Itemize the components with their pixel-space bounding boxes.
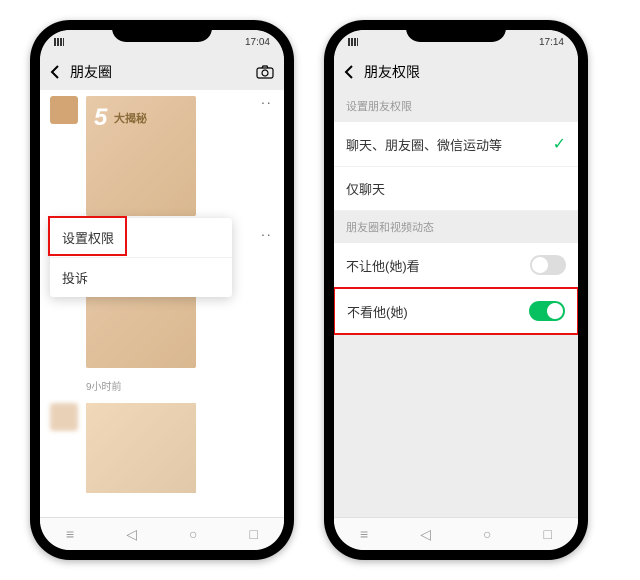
clock: 17:04 bbox=[245, 37, 270, 48]
recent-key[interactable]: □ bbox=[249, 526, 257, 542]
post-1: 5 大揭秘 ·· bbox=[40, 90, 284, 222]
row-block-them[interactable]: 不让他(她)看 bbox=[334, 243, 578, 288]
check-icon: ✓ bbox=[553, 134, 566, 154]
clock: 17:14 bbox=[539, 37, 564, 48]
avatar[interactable] bbox=[50, 96, 78, 124]
option-all[interactable]: 聊天、朋友圈、微信运动等 ✓ bbox=[334, 122, 578, 167]
back-button[interactable] bbox=[50, 64, 70, 80]
phone-left: 17:04 朋友圈 5 大揭秘 ·· bbox=[30, 20, 294, 560]
android-nav: ≡ ◁ ○ □ bbox=[334, 517, 578, 550]
toggle-hide[interactable] bbox=[529, 301, 565, 321]
option-label: 仅聊天 bbox=[346, 179, 385, 198]
avatar[interactable] bbox=[50, 403, 78, 431]
settings-content: 设置朋友权限 聊天、朋友圈、微信运动等 ✓ 仅聊天 朋友圈和视频动态 不让他(她… bbox=[334, 90, 578, 517]
nav-title: 朋友权限 bbox=[364, 62, 568, 82]
option-label: 聊天、朋友圈、微信运动等 bbox=[346, 135, 502, 154]
notch bbox=[112, 20, 212, 42]
notch bbox=[406, 20, 506, 42]
screen-left: 17:04 朋友圈 5 大揭秘 ·· bbox=[40, 30, 284, 550]
android-nav: ≡ ◁ ○ □ bbox=[40, 517, 284, 550]
camera-button[interactable] bbox=[254, 65, 274, 79]
home-key[interactable]: ○ bbox=[189, 526, 197, 542]
menu-key[interactable]: ≡ bbox=[360, 526, 368, 542]
section-header: 设置朋友权限 bbox=[334, 90, 578, 122]
toggle-block[interactable] bbox=[530, 255, 566, 275]
post-menu-button[interactable]: ·· bbox=[261, 226, 272, 242]
signal-icon bbox=[54, 38, 64, 46]
back-key[interactable]: ◁ bbox=[420, 526, 431, 543]
back-button[interactable] bbox=[344, 64, 364, 80]
post-3 bbox=[40, 397, 284, 499]
row-hide-them[interactable]: 不看他(她) bbox=[335, 289, 577, 333]
signal-icon bbox=[348, 38, 358, 46]
nav-bar: 朋友权限 bbox=[334, 54, 578, 90]
banner-num: 5 bbox=[94, 104, 107, 132]
row-label: 不让他(她)看 bbox=[346, 256, 420, 275]
annotation-highlight: 不看他(她) bbox=[334, 287, 578, 335]
banner-text: 大揭秘 bbox=[114, 110, 147, 126]
menu-report[interactable]: 投诉 bbox=[50, 258, 232, 297]
nav-bar: 朋友圈 bbox=[40, 54, 284, 90]
post-menu-button[interactable]: ·· bbox=[261, 94, 272, 110]
phone-right: 17:14 朋友权限 设置朋友权限 聊天、朋友圈、微信运动等 ✓ 仅聊天 朋友圈… bbox=[324, 20, 588, 560]
feed-content: 5 大揭秘 ·· ·· 9小时前 设置权限 bbox=[40, 90, 284, 517]
post-image[interactable] bbox=[86, 403, 196, 493]
post-image[interactable]: 5 大揭秘 bbox=[86, 96, 196, 216]
option-chat-only[interactable]: 仅聊天 bbox=[334, 167, 578, 211]
back-key[interactable]: ◁ bbox=[126, 526, 137, 543]
section-header: 朋友圈和视频动态 bbox=[334, 211, 578, 243]
row-label: 不看他(她) bbox=[347, 302, 408, 321]
post-time: 9小时前 bbox=[40, 374, 284, 397]
menu-key[interactable]: ≡ bbox=[66, 526, 74, 542]
annotation-highlight bbox=[48, 216, 127, 256]
screen-right: 17:14 朋友权限 设置朋友权限 聊天、朋友圈、微信运动等 ✓ 仅聊天 朋友圈… bbox=[334, 30, 578, 550]
nav-title: 朋友圈 bbox=[70, 62, 254, 82]
recent-key[interactable]: □ bbox=[543, 526, 551, 542]
home-key[interactable]: ○ bbox=[483, 526, 491, 542]
